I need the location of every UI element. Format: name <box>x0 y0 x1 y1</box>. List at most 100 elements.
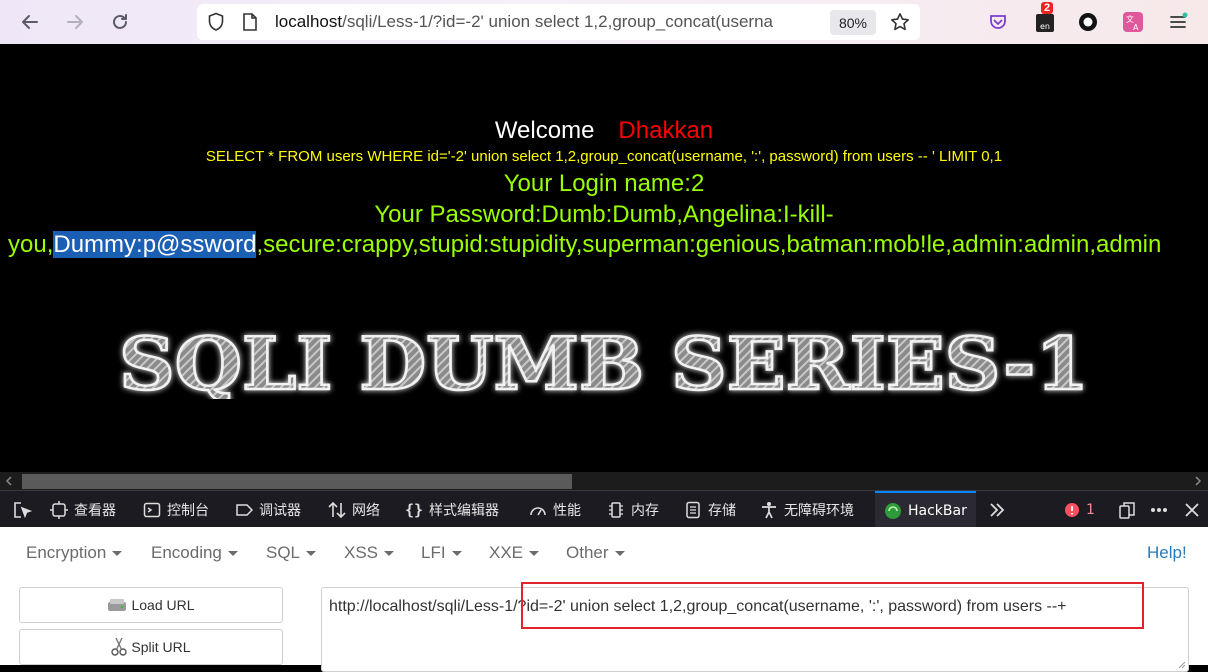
translate-icon: 文A <box>1123 12 1143 32</box>
dump-after-text: ,secure:crappy,stupid:stupidity,superman… <box>256 231 1162 258</box>
tab-hackbar[interactable]: HackBar <box>875 491 976 528</box>
split-url-label: Split URL <box>131 639 191 655</box>
menu-sql-label: SQL <box>266 543 301 562</box>
tab-style-editor-label: 样式编辑器 <box>429 502 499 519</box>
accessibility-icon <box>760 501 778 519</box>
url-path: /sqli/Less-1/?id=-2' union select 1,2,gr… <box>342 12 773 31</box>
back-button[interactable] <box>16 8 44 36</box>
network-icon <box>328 501 346 519</box>
menu-other-label: Other <box>566 543 609 562</box>
tab-console-label: 控制台 <box>167 502 209 519</box>
scroll-left-icon[interactable] <box>4 476 14 486</box>
menu-lfi-label: LFI <box>421 543 446 562</box>
responsive-mode-icon <box>1119 501 1135 519</box>
url-text[interactable]: localhost/sqli/Less-1/?id=-2' union sele… <box>275 12 825 34</box>
scrollbar-thumb[interactable] <box>22 474 572 489</box>
forward-arrow-icon <box>67 15 83 29</box>
split-url-button[interactable]: Split URL <box>19 629 283 665</box>
menu-lfi[interactable]: LFI <box>421 543 462 563</box>
url-textarea[interactable]: http://localhost/sqli/Less-1/?id=-2' uni… <box>321 587 1189 672</box>
horizontal-scrollbar[interactable] <box>0 472 1208 490</box>
tab-network-label: 网络 <box>352 502 380 519</box>
dock-toggle-button[interactable] <box>1116 491 1138 528</box>
chevron-down-icon <box>306 551 317 557</box>
more-tabs-button[interactable] <box>985 491 1009 528</box>
help-link[interactable]: Help! <box>1147 543 1187 563</box>
chevron-down-icon <box>529 551 540 557</box>
error-count: 1 <box>1086 501 1095 518</box>
sqli-dumb-series-banner: SQLI DUMB SERIES-1 <box>118 320 1091 399</box>
welcome-line: Welcome Dhakkan <box>0 117 1208 145</box>
load-url-label: Load URL <box>131 597 195 613</box>
extension-button[interactable]: en 2 <box>1031 2 1059 36</box>
menu-other[interactable]: Other <box>566 543 625 563</box>
tab-performance[interactable]: 性能 <box>529 491 581 528</box>
back-arrow-icon <box>22 15 38 29</box>
tab-memory[interactable]: 内存 <box>607 491 659 528</box>
tab-debugger-label: 调试器 <box>259 502 301 519</box>
menu-sql[interactable]: SQL <box>266 543 317 563</box>
shield-icon[interactable] <box>207 12 225 32</box>
url-bar[interactable]: localhost/sqli/Less-1/?id=-2' union sele… <box>197 4 920 40</box>
tab-hackbar-label: HackBar <box>908 502 967 519</box>
menu-button[interactable] <box>1164 8 1192 36</box>
bookmark-star-icon[interactable] <box>890 12 910 32</box>
zoom-level-button[interactable]: 80% <box>830 10 876 35</box>
menu-xss[interactable]: XSS <box>344 543 395 563</box>
chevron-down-icon <box>227 551 238 557</box>
welcome-text: Welcome <box>494 117 595 144</box>
more-options-icon <box>1151 507 1167 512</box>
tab-memory-label: 内存 <box>631 502 659 519</box>
browser-toolbar: localhost/sqli/Less-1/?id=-2' union sele… <box>0 0 1208 44</box>
tab-performance-label: 性能 <box>553 502 581 519</box>
url-textarea-value[interactable]: http://localhost/sqli/Less-1/?id=-2' uni… <box>329 598 1067 616</box>
close-devtools-button[interactable] <box>1182 491 1202 528</box>
tab-storage-label: 存储 <box>708 502 736 519</box>
menu-encryption[interactable]: Encryption <box>26 543 123 563</box>
debugger-icon <box>235 501 253 519</box>
hackbar-panel: Encryption Encoding SQL XSS LFI XXE Othe… <box>0 527 1208 672</box>
menu-encoding[interactable]: Encoding <box>151 543 238 563</box>
dump-before-text: you, <box>8 231 54 258</box>
scissors-icon <box>111 637 128 656</box>
tab-accessibility-label: 无障碍环境 <box>784 502 854 519</box>
reload-icon <box>113 14 127 29</box>
memory-icon <box>607 501 625 519</box>
tab-console[interactable]: 控制台 <box>143 491 209 528</box>
svg-text:A: A <box>1133 23 1139 32</box>
page-icon[interactable] <box>242 12 258 32</box>
element-picker-button[interactable] <box>8 491 36 528</box>
menu-xxe[interactable]: XXE <box>489 543 540 563</box>
tab-debugger[interactable]: 调试器 <box>235 491 301 528</box>
forward-button[interactable] <box>61 8 89 36</box>
performance-icon <box>529 501 547 519</box>
extension-badge: 2 <box>1041 2 1054 14</box>
element-picker-icon <box>14 501 32 518</box>
hackbar-icon <box>884 502 902 520</box>
pocket-button[interactable] <box>984 8 1012 36</box>
error-count-button[interactable]: 1 <box>1064 491 1095 528</box>
chevron-down-icon <box>614 551 625 557</box>
credential-dump-line: you,Dummy:p@ssword,secure:crappy,stupid:… <box>8 231 1161 259</box>
url-host: localhost <box>275 12 343 31</box>
tab-network[interactable]: 网络 <box>328 491 380 528</box>
hard-drive-icon <box>108 599 127 611</box>
chevron-down-icon <box>384 551 395 557</box>
close-icon <box>1185 502 1199 517</box>
tab-storage[interactable]: 存储 <box>684 491 736 528</box>
tab-accessibility[interactable]: 无障碍环境 <box>760 491 854 528</box>
tab-inspector[interactable]: 查看器 <box>50 491 116 528</box>
load-url-button[interactable]: Load URL <box>19 587 283 623</box>
resize-grip-icon[interactable] <box>1176 659 1186 669</box>
translate-button[interactable]: 文A <box>1119 8 1147 36</box>
hackbar-menubar: Encryption Encoding SQL XSS LFI XXE Othe… <box>0 527 1208 579</box>
reload-button[interactable] <box>106 8 134 36</box>
devtools-tabbar: 查看器 控制台 调试器 网络 {} 样式编辑器 性能 内存 存储 无障碍环境 H… <box>0 490 1208 528</box>
tab-style-editor[interactable]: {} 样式编辑器 <box>405 491 499 528</box>
selected-credential-text: Dummy:p@ssword <box>53 231 257 258</box>
devtools-options-button[interactable] <box>1148 491 1170 528</box>
storage-icon <box>684 501 702 519</box>
inspector-icon <box>50 500 68 519</box>
scroll-right-icon[interactable] <box>1193 476 1203 486</box>
account-button[interactable] <box>1074 8 1102 36</box>
